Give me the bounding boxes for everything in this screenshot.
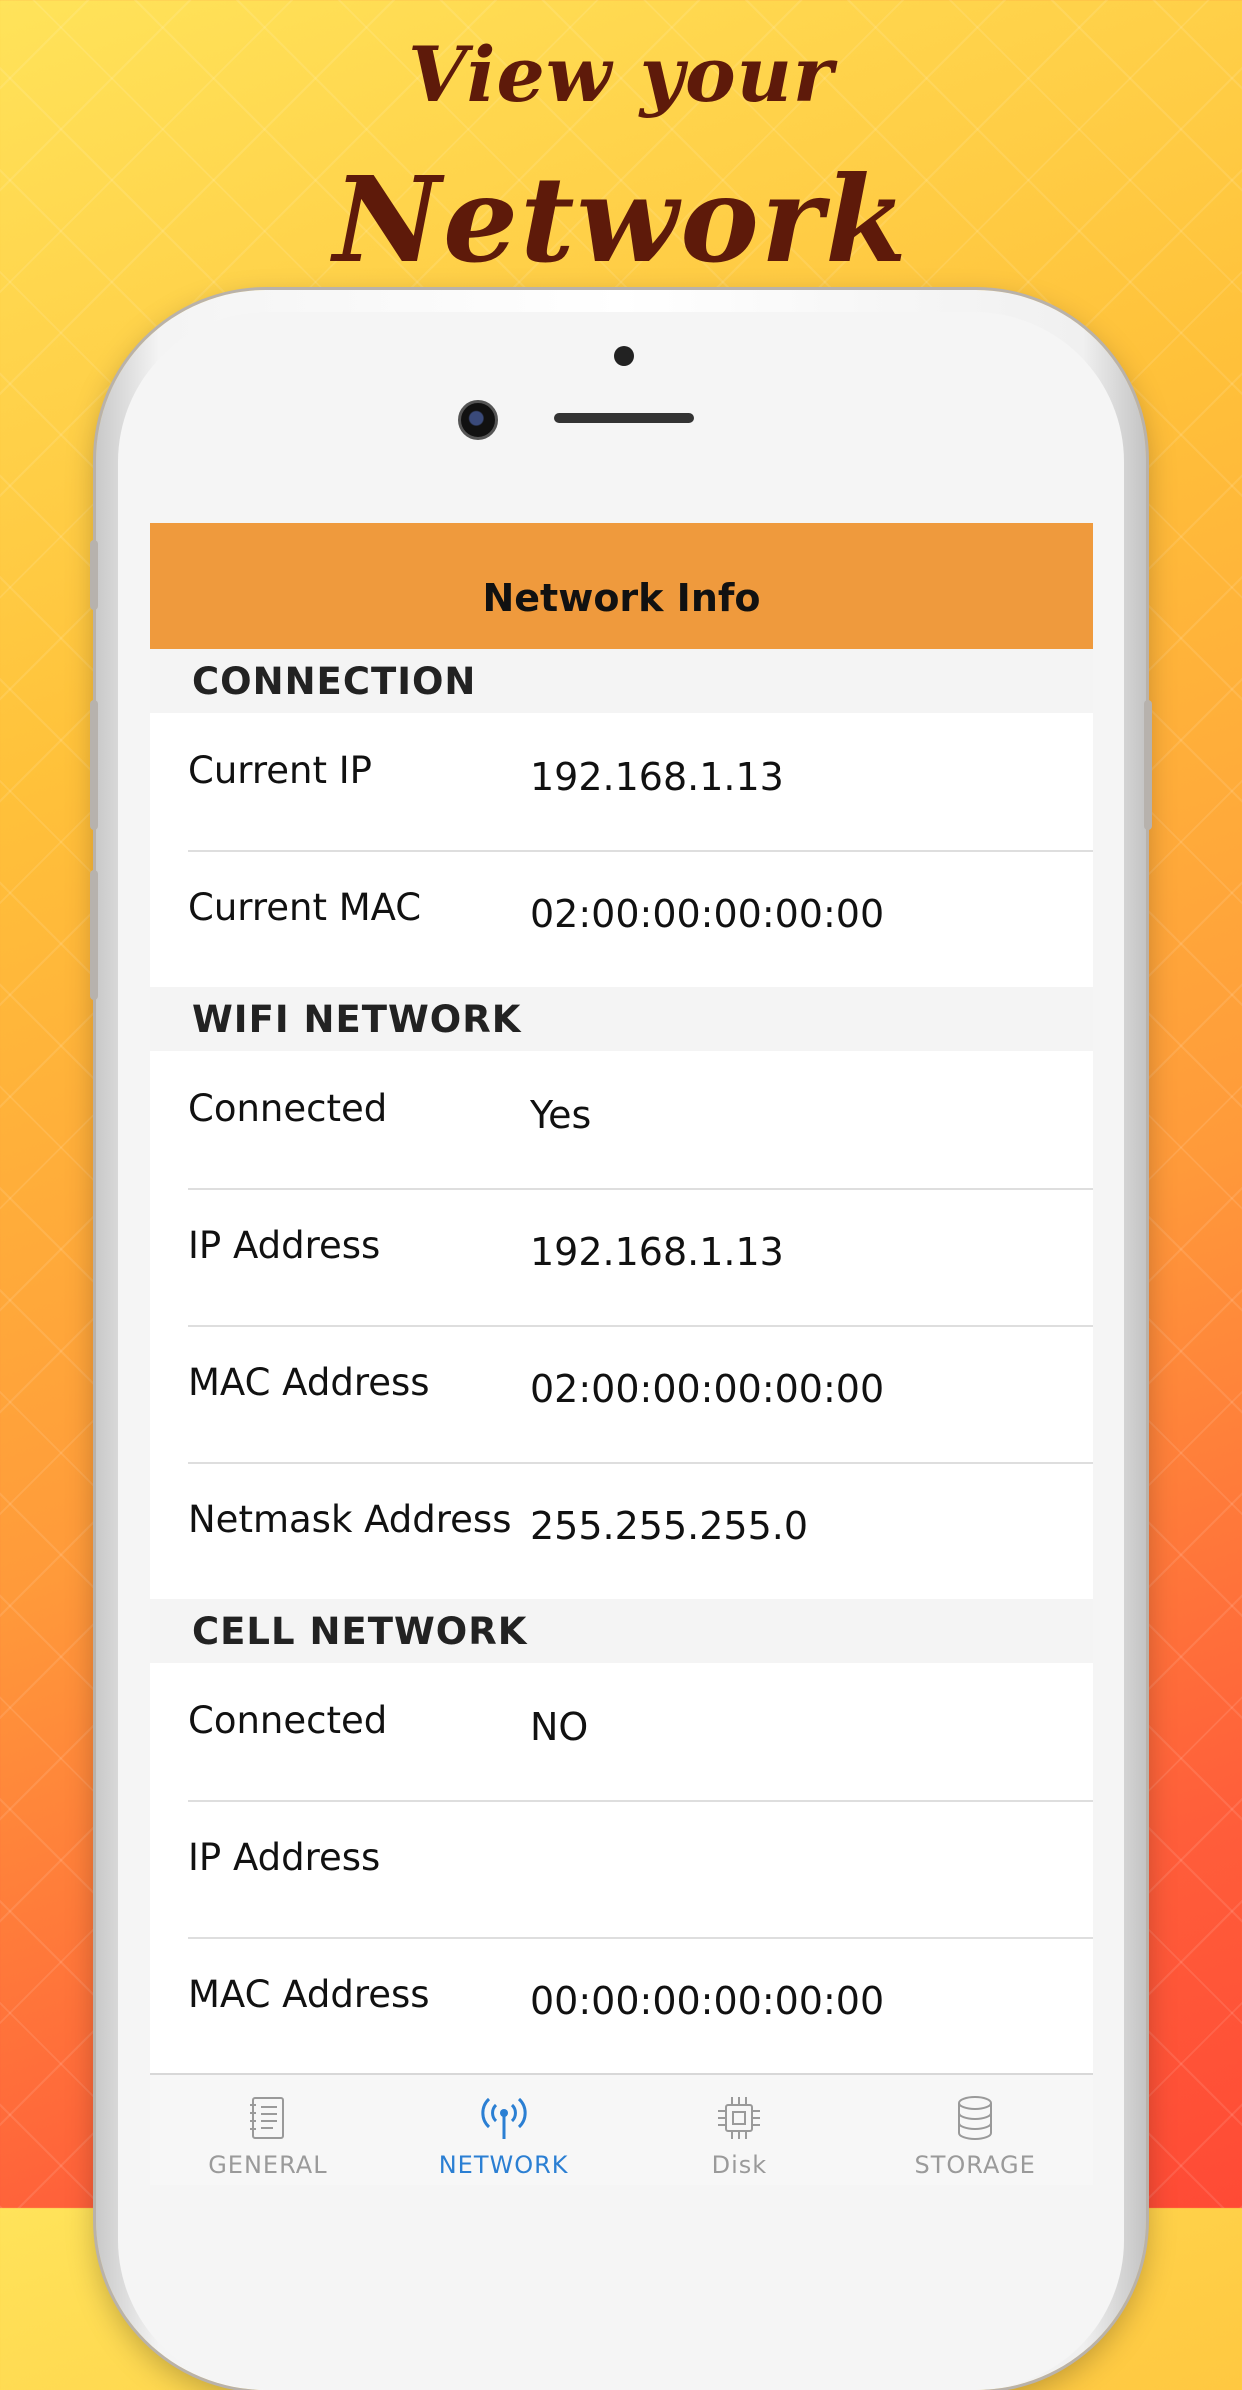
front-camera (458, 400, 498, 440)
row-value: 02:00:00:00:00:00 (530, 892, 885, 936)
table-row[interactable]: Current IP 192.168.1.13 (150, 713, 1093, 850)
row-value: NO (530, 1705, 589, 1749)
row-value: 192.168.1.13 (530, 755, 784, 799)
tab-bar: GENERAL NETWORK Disk STORAGE (150, 2073, 1093, 2185)
section-header-wifi: WIFI NETWORK (150, 987, 1093, 1051)
row-value: 02:00:00:00:00:00 (530, 1367, 885, 1411)
volume-down-button (90, 870, 98, 1000)
table-row[interactable]: MAC Address 00:00:00:00:00:00 (150, 1937, 1093, 2074)
row-label: Connected (188, 1699, 388, 1742)
power-button (1144, 700, 1152, 830)
row-label: IP Address (188, 1836, 381, 1879)
mute-switch (90, 540, 98, 610)
row-label: Current MAC (188, 886, 422, 929)
app-screen: Network Info CONNECTION Current IP 192.1… (150, 523, 1093, 2185)
row-label: Current IP (188, 749, 372, 792)
row-label: MAC Address (188, 1361, 430, 1404)
table-row[interactable]: IP Address (150, 1800, 1093, 1937)
promo-headline-line1: View your (408, 30, 834, 119)
table-row[interactable]: IP Address 192.168.1.13 (150, 1188, 1093, 1325)
row-value: 192.168.1.13 (530, 1230, 784, 1274)
section-connection: Current IP 192.168.1.13 Current MAC 02:0… (150, 713, 1093, 987)
section-cell: Connected NO IP Address MAC Address 00:0… (150, 1663, 1093, 2074)
section-header-cell: CELL NETWORK (150, 1599, 1093, 1663)
tab-disk[interactable]: Disk (622, 2075, 858, 2185)
table-row[interactable]: Current MAC 02:00:00:00:00:00 (150, 850, 1093, 987)
tab-label: GENERAL (208, 2151, 328, 2179)
database-icon (958, 2096, 993, 2140)
tab-general[interactable]: GENERAL (150, 2075, 386, 2185)
tab-storage[interactable]: STORAGE (857, 2075, 1093, 2185)
notebook-icon (249, 2097, 284, 2139)
table-row[interactable]: Connected Yes (150, 1051, 1093, 1188)
volume-up-button (90, 700, 98, 830)
row-value: Yes (530, 1093, 592, 1137)
tab-label: STORAGE (914, 2151, 1036, 2179)
row-label: Netmask Address (188, 1498, 512, 1541)
row-value: 00:00:00:00:00:00 (530, 1979, 885, 2023)
section-header-connection: CONNECTION (150, 649, 1093, 713)
row-label: IP Address (188, 1224, 381, 1267)
tab-network[interactable]: NETWORK (386, 2075, 622, 2185)
earpiece-speaker (554, 413, 694, 423)
table-row[interactable]: MAC Address 02:00:00:00:00:00 (150, 1325, 1093, 1462)
table-row[interactable]: Netmask Address 255.255.255.0 (150, 1462, 1093, 1599)
navigation-bar: Network Info (150, 523, 1093, 649)
table-row[interactable]: Connected NO (150, 1663, 1093, 1800)
row-value: 255.255.255.0 (530, 1504, 809, 1548)
tab-label: NETWORK (438, 2151, 569, 2179)
row-label: MAC Address (188, 1973, 430, 2016)
nav-title: Network Info (482, 576, 761, 620)
tab-label: Disk (711, 2151, 768, 2179)
antenna-icon (481, 2097, 527, 2139)
row-label: Connected (188, 1087, 388, 1130)
proximity-sensor (614, 346, 634, 366)
section-wifi: Connected Yes IP Address 192.168.1.13 MA… (150, 1051, 1093, 1599)
chip-icon (718, 2097, 761, 2139)
